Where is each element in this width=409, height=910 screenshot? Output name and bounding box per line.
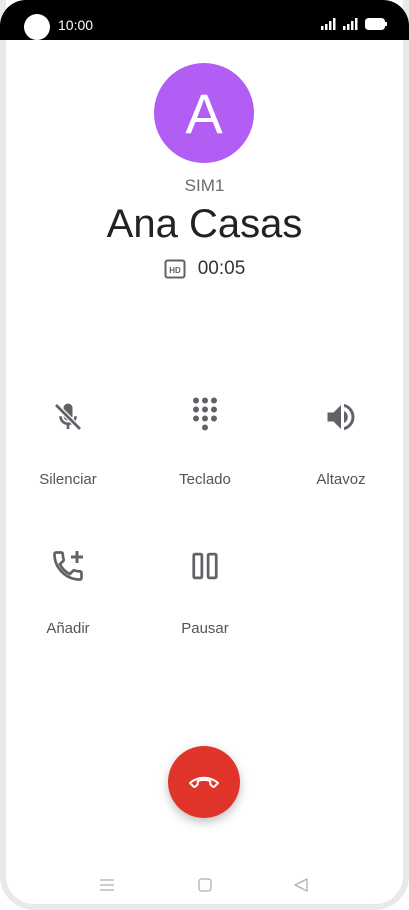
keypad-label: Teclado xyxy=(179,471,231,488)
mute-label: Silenciar xyxy=(39,471,97,488)
contact-name: Ana Casas xyxy=(106,202,303,246)
add-call-icon xyxy=(48,546,88,586)
home-square-icon xyxy=(198,878,212,892)
end-call-button[interactable] xyxy=(168,746,240,818)
call-info-row: HD 00:05 xyxy=(0,258,409,280)
hold-label: Pausar xyxy=(181,620,229,637)
call-duration: 00:05 xyxy=(197,258,246,279)
dialpad-icon xyxy=(185,397,225,437)
nav-back-button[interactable] xyxy=(292,876,310,894)
sim-label: SIM1 xyxy=(184,176,225,195)
keypad-button[interactable]: Teclado xyxy=(145,397,265,488)
mute-button[interactable]: Silenciar xyxy=(8,397,128,488)
status-time: 10:00 xyxy=(58,17,94,33)
speaker-button[interactable]: Altavoz xyxy=(281,397,401,488)
mic-off-icon xyxy=(48,397,88,437)
nav-home-button[interactable] xyxy=(196,876,214,894)
end-call-icon xyxy=(189,776,219,788)
hd-icon: HD xyxy=(164,259,186,279)
signal-icon-2 xyxy=(343,18,358,30)
pause-icon xyxy=(185,546,225,586)
hd-badge-text: HD xyxy=(169,266,181,275)
speaker-icon xyxy=(321,397,361,437)
nav-menu-button[interactable] xyxy=(98,876,116,894)
signal-icon xyxy=(321,18,336,30)
hold-button[interactable]: Pausar xyxy=(145,546,265,637)
battery-icon xyxy=(365,18,387,30)
speaker-label: Altavoz xyxy=(316,471,366,488)
back-triangle-icon xyxy=(294,878,308,892)
status-icons xyxy=(321,16,387,32)
add-call-button[interactable]: Añadir xyxy=(8,546,128,637)
add-call-label: Añadir xyxy=(46,620,90,637)
front-camera xyxy=(24,14,50,40)
avatar-letter: A xyxy=(185,81,223,145)
menu-icon xyxy=(100,879,114,891)
status-bar: 10:00 xyxy=(0,0,409,40)
contact-avatar: A xyxy=(154,63,254,163)
